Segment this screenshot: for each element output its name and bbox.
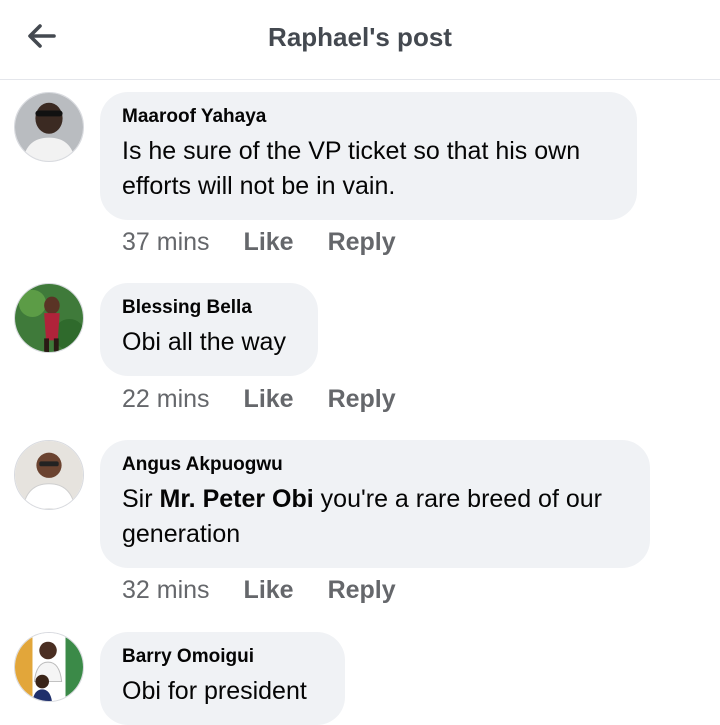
comment-time[interactable]: 32 mins [122,576,210,605]
top-bar: Raphael's post [0,0,720,80]
comment-author[interactable]: Angus Akpuogwu [122,454,628,476]
comment-time[interactable]: 22 mins [122,385,210,414]
comment-bubble: Barry Omoigui Obi for president [100,632,345,725]
comment-actions: 22 mins Like Reply [122,385,396,414]
avatar-image [15,284,83,352]
comment-author[interactable]: Blessing Bella [122,297,296,319]
reply-button[interactable]: Reply [328,385,396,414]
comment-author[interactable]: Maaroof Yahaya [122,106,615,128]
comment-actions: 37 mins Like Reply [122,228,396,257]
comment-text: Obi for president [122,677,307,705]
reply-button[interactable]: Reply [328,228,396,257]
avatar-image [15,93,83,161]
like-button[interactable]: Like [244,228,294,257]
comment-text-part: Sir [122,485,160,513]
avatar[interactable] [14,440,84,510]
avatar[interactable] [14,283,84,353]
comment-actions: 32 mins Like Reply [122,576,396,605]
reply-button[interactable]: Reply [328,576,396,605]
comment-bubble: Angus Akpuogwu Sir Mr. Peter Obi you're … [100,440,650,568]
comment-bubble: Blessing Bella Obi all the way [100,283,318,376]
comment-time[interactable]: 37 mins [122,228,210,257]
comment-text: Obi all the way [122,328,286,356]
comment-text: Is he sure of the VP ticket so that his … [122,137,581,200]
avatar[interactable] [14,632,84,702]
comment-author[interactable]: Barry Omoigui [122,646,323,668]
mention-link[interactable]: Mr. Peter Obi [160,485,314,513]
avatar-image [15,441,83,509]
avatar[interactable] [14,92,84,162]
page-title: Raphael's post [268,22,452,52]
like-button[interactable]: Like [244,385,294,414]
like-button[interactable]: Like [244,576,294,605]
avatar-image [15,633,83,701]
comment-bubble: Maaroof Yahaya Is he sure of the VP tick… [100,92,637,220]
comment-text: Sir Mr. Peter Obi you're a rare breed of… [122,482,628,552]
